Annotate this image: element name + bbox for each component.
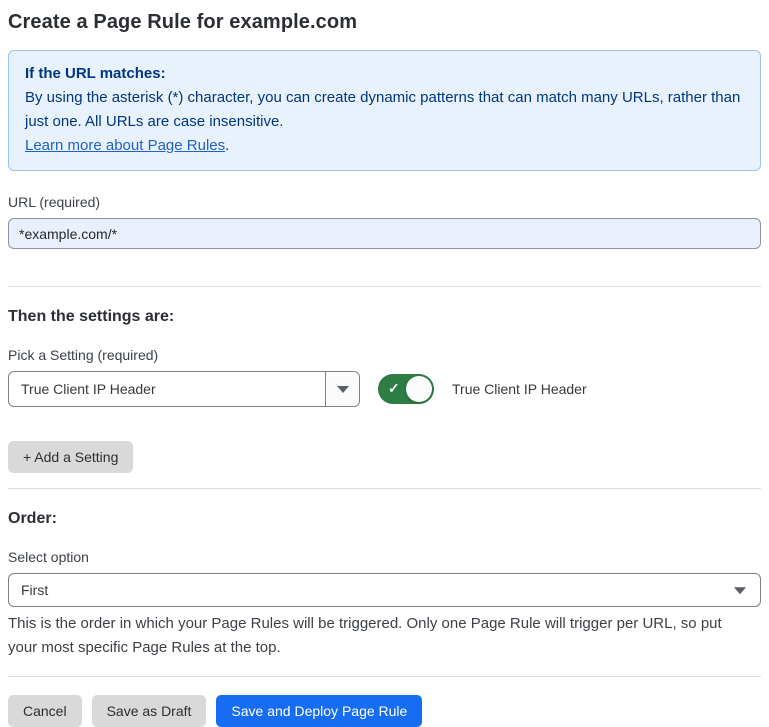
chevron-down-icon [337,386,349,393]
chevron-down-icon [734,587,746,594]
info-box-link-line: Learn more about Page Rules. [25,134,744,158]
setting-picker-label: Pick a Setting (required) [8,347,761,363]
cancel-button[interactable]: Cancel [8,695,82,727]
settings-section-heading: Then the settings are: [8,308,761,326]
setting-dropdown-value: True Client IP Header [9,372,325,406]
setting-toggle[interactable]: ✓ [378,374,434,404]
save-as-draft-button[interactable]: Save as Draft [92,695,207,727]
section-divider [8,488,761,489]
order-help-text: This is the order in which your Page Rul… [8,612,753,660]
setting-toggle-label: True Client IP Header [452,381,587,397]
url-match-info-box: If the URL matches: By using the asteris… [8,50,761,171]
check-icon: ✓ [388,380,400,397]
order-select[interactable]: First [8,573,761,607]
order-section-heading: Order: [8,510,761,528]
setting-dropdown[interactable]: True Client IP Header [8,371,360,407]
order-select-label: Select option [8,549,761,565]
link-suffix: . [225,137,229,154]
add-setting-button[interactable]: + Add a Setting [8,441,133,473]
setting-dropdown-arrow-button[interactable] [325,372,359,406]
learn-more-link[interactable]: Learn more about Page Rules [25,137,225,154]
url-input[interactable] [8,218,761,249]
order-select-value: First [21,582,48,598]
info-box-heading: If the URL matches: [25,62,744,86]
save-and-deploy-button[interactable]: Save and Deploy Page Rule [216,695,422,727]
section-divider [8,286,761,287]
page-title: Create a Page Rule for example.com [8,11,761,34]
setting-row: True Client IP Header ✓ True Client IP H… [8,371,761,407]
create-page-rule-form: Create a Page Rule for example.com If th… [0,0,769,708]
url-field-label: URL (required) [8,194,761,210]
toggle-knob [406,376,432,402]
info-box-body: By using the asterisk (*) character, you… [25,86,744,134]
footer-button-row: Cancel Save as Draft Save and Deploy Pag… [8,695,761,727]
footer-divider [8,676,761,677]
